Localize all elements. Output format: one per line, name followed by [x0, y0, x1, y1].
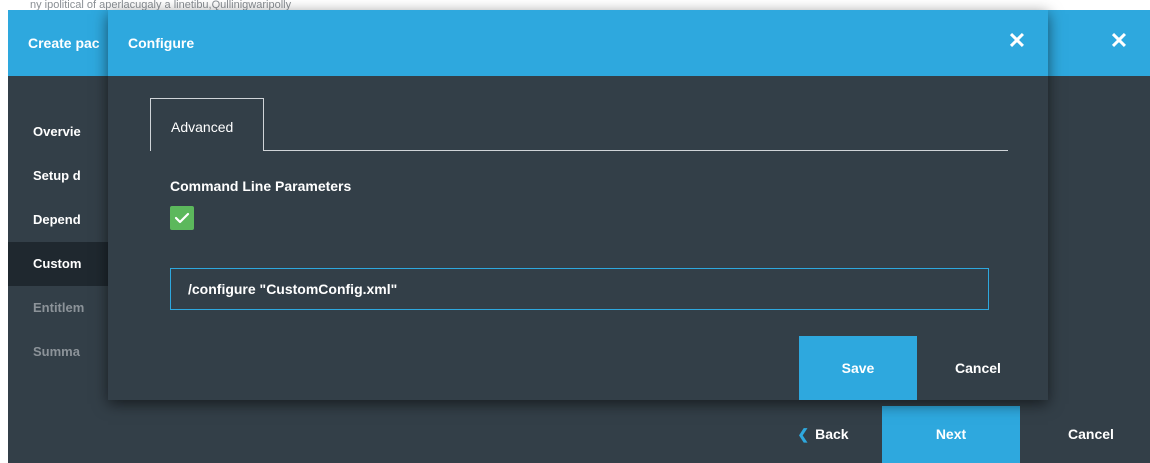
cancel-button[interactable]: Cancel — [928, 336, 1028, 400]
wizard-steps: Overvie Setup d Depend Custom Entitlem S… — [8, 110, 118, 374]
configure-modal: Configure ✕ Advanced Command Line Parame… — [108, 10, 1048, 400]
command-line-input[interactable] — [170, 268, 989, 310]
back-button[interactable]: ❮ Back — [778, 406, 868, 463]
checkmark-icon — [174, 212, 190, 224]
outer-close-icon[interactable]: ✕ — [1108, 30, 1130, 52]
step-dependencies[interactable]: Depend — [8, 198, 118, 242]
next-button[interactable]: Next — [882, 406, 1020, 463]
step-customize[interactable]: Custom — [8, 242, 118, 286]
modal-close-icon[interactable]: ✕ — [1006, 30, 1028, 52]
step-entitlements: Entitlem — [33, 300, 85, 315]
chevron-left-icon: ❮ — [797, 426, 810, 442]
command-line-parameters-checkbox[interactable] — [170, 206, 194, 230]
tab-divider — [150, 150, 1008, 151]
tab-advanced[interactable]: Advanced — [150, 98, 264, 151]
command-line-parameters-heading: Command Line Parameters — [170, 178, 352, 194]
save-button[interactable]: Save — [799, 336, 917, 400]
step-overview[interactable]: Overvie — [8, 110, 118, 154]
step-summary: Summa — [33, 344, 80, 359]
configure-modal-header: Configure ✕ — [108, 10, 1048, 76]
configure-modal-title: Configure — [128, 35, 195, 51]
back-button-label: Back — [815, 426, 849, 442]
outer-cancel-button[interactable]: Cancel — [1046, 406, 1136, 463]
step-setup[interactable]: Setup d — [8, 154, 118, 198]
background-page-text: ny ipolitical of aperlacugaly a linetibu… — [0, 0, 1150, 10]
outer-dialog-title: Create pac — [28, 35, 100, 51]
